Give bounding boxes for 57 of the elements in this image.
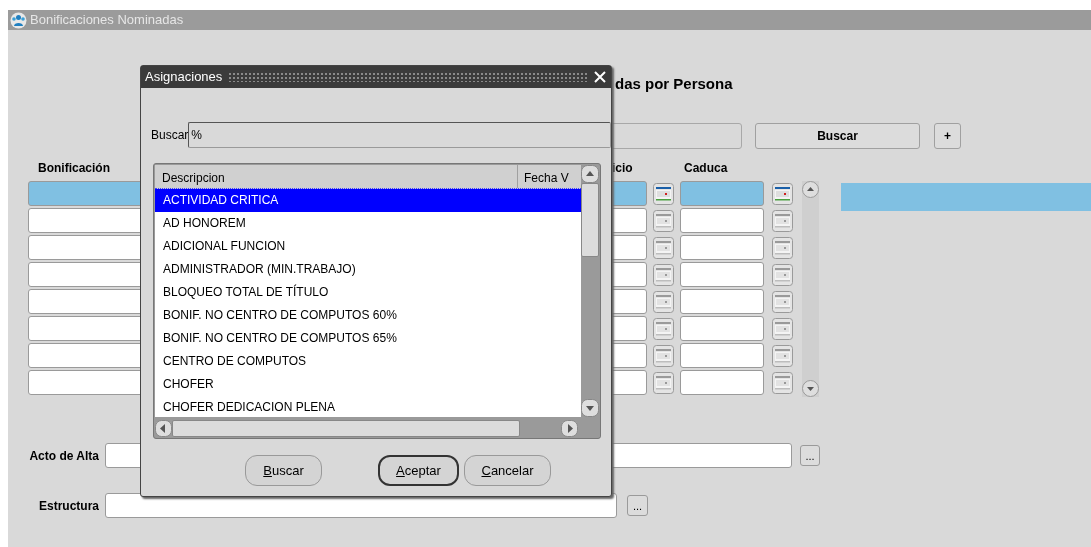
scrollbar[interactable] bbox=[155, 420, 600, 437]
scroll-thumb[interactable] bbox=[581, 183, 599, 257]
calendar-icon[interactable] bbox=[653, 290, 674, 313]
scrollbar[interactable] bbox=[802, 181, 819, 397]
calendar-icon[interactable] bbox=[772, 236, 793, 259]
dialog-button[interactable]: Cancelar bbox=[464, 455, 551, 486]
calendar-icon[interactable] bbox=[772, 182, 793, 205]
scrollbar[interactable] bbox=[581, 165, 599, 417]
calendar-icon[interactable] bbox=[772, 317, 793, 340]
table-cell[interactable] bbox=[680, 289, 764, 314]
table-cell[interactable] bbox=[680, 370, 764, 395]
scroll-up-icon[interactable] bbox=[581, 165, 599, 183]
list-item[interactable]: ACTIVIDAD CRITICA bbox=[155, 189, 581, 212]
table-cell[interactable] bbox=[680, 208, 764, 233]
column-header: Bonificación bbox=[38, 160, 111, 177]
column-header: icio bbox=[612, 160, 634, 177]
scroll-up-icon[interactable] bbox=[802, 181, 819, 198]
scroll-right-icon[interactable] bbox=[561, 420, 578, 437]
column-header: Fecha V bbox=[523, 170, 569, 187]
calendar-icon[interactable] bbox=[772, 290, 793, 313]
table-cell[interactable] bbox=[680, 316, 764, 341]
calendar-icon[interactable] bbox=[772, 209, 793, 232]
column-header: Descripcion bbox=[155, 165, 518, 188]
table-cell[interactable] bbox=[680, 235, 764, 260]
table-cell[interactable] bbox=[680, 343, 764, 368]
lookup-button[interactable]: ... bbox=[627, 495, 648, 516]
calendar-icon[interactable] bbox=[653, 371, 674, 394]
calendar-icon[interactable] bbox=[653, 317, 674, 340]
calendar-icon[interactable] bbox=[653, 209, 674, 232]
calendar-icon[interactable] bbox=[653, 263, 674, 286]
people-icon bbox=[10, 11, 27, 29]
calendar-icon[interactable] bbox=[772, 344, 793, 367]
search-field[interactable]: % bbox=[188, 122, 611, 148]
scroll-down-icon[interactable] bbox=[581, 399, 599, 417]
scroll-left-icon[interactable] bbox=[155, 420, 172, 437]
dialog-button[interactable]: Buscar bbox=[245, 455, 322, 486]
search-label: Buscar bbox=[151, 127, 189, 144]
calendar-icon[interactable] bbox=[653, 182, 674, 205]
dialog-button[interactable]: Aceptar bbox=[378, 455, 459, 486]
close-icon[interactable] bbox=[593, 70, 607, 84]
field-label: Estructura bbox=[37, 497, 100, 515]
field-label: Acto de Alta bbox=[28, 447, 100, 465]
window-title: Bonificaciones Nominadas bbox=[30, 11, 184, 30]
table-cell[interactable] bbox=[680, 262, 764, 287]
calendar-icon[interactable] bbox=[653, 236, 674, 259]
dialog-title: Asignaciones bbox=[145, 68, 223, 87]
search-button[interactable]: Buscar bbox=[755, 122, 920, 149]
scroll-thumb[interactable] bbox=[172, 420, 520, 437]
calendar-icon[interactable] bbox=[772, 371, 793, 394]
table-cell[interactable] bbox=[680, 181, 764, 206]
calendar-icon[interactable] bbox=[772, 263, 793, 286]
scroll-down-icon[interactable] bbox=[802, 380, 819, 397]
lookup-button[interactable]: ... bbox=[800, 445, 820, 466]
column-header: Caduca bbox=[684, 160, 728, 177]
add-button[interactable]: + bbox=[934, 122, 961, 149]
form-heading: das por Persona bbox=[615, 75, 734, 93]
calendar-icon[interactable] bbox=[653, 344, 674, 367]
